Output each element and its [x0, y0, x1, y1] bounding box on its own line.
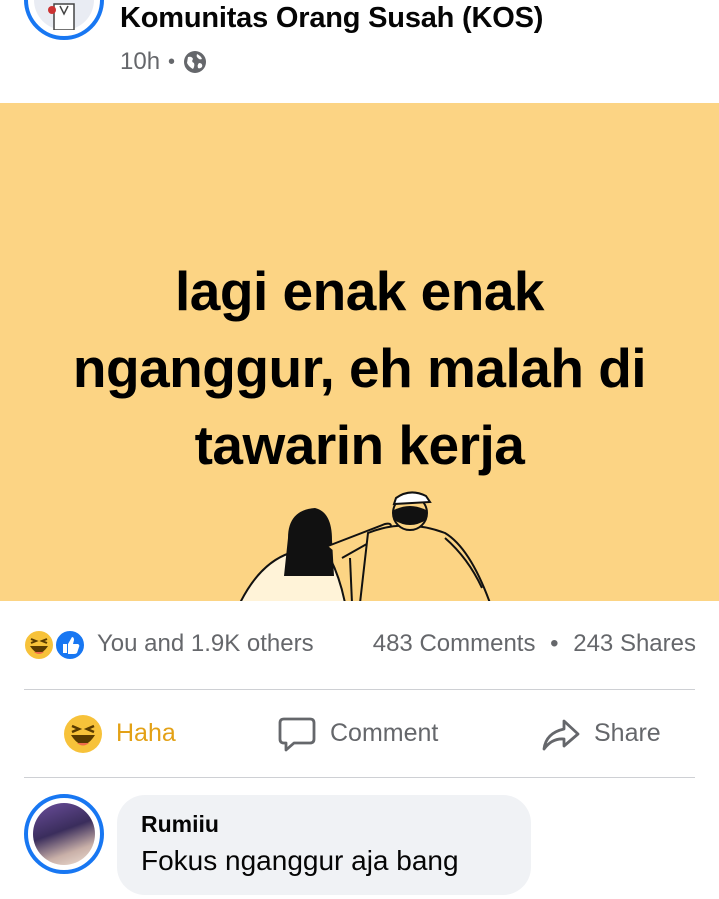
counts-separator: •	[550, 630, 559, 657]
post-meta: 10h •	[120, 48, 207, 76]
comment-label: Comment	[330, 719, 439, 747]
group-avatar[interactable]	[24, 0, 104, 40]
commenter-avatar[interactable]	[24, 794, 104, 874]
post-time[interactable]: 10h	[120, 48, 160, 76]
haha-label: Haha	[116, 719, 176, 747]
comment-item: Rumiiu Fokus nganggur aja bang	[0, 778, 719, 899]
commenter-avatar-image	[33, 803, 95, 865]
like-reaction-icon	[54, 629, 86, 661]
share-button[interactable]: Share	[540, 690, 661, 777]
globe-icon	[184, 51, 207, 73]
comment-icon	[278, 717, 316, 751]
post-caption: lagi enak enak nganggur, eh malah di taw…	[72, 260, 647, 476]
reaction-summary[interactable]: You and 1.9K others	[97, 630, 314, 658]
reactions-bar: You and 1.9K others 483 Comments • 243 S…	[0, 601, 719, 689]
share-icon	[542, 719, 580, 750]
post-header: Komunitas Orang Susah (KOS) 10h •	[0, 0, 719, 103]
haha-button[interactable]: Haha	[62, 690, 176, 777]
reaction-icons[interactable]	[22, 628, 92, 662]
post-actions: Haha Comment Share	[0, 690, 719, 777]
two-people-illustration	[239, 491, 491, 601]
comment-text: Fokus nganggur aja bang	[141, 845, 459, 876]
comment-button[interactable]: Comment	[276, 690, 438, 777]
share-label: Share	[594, 719, 661, 747]
comment-bubble[interactable]: Rumiiu Fokus nganggur aja bang	[117, 795, 531, 895]
engagement-counts: 483 Comments • 243 Shares	[373, 630, 696, 658]
meta-separator: •	[168, 50, 176, 73]
group-name[interactable]: Komunitas Orang Susah (KOS)	[120, 2, 543, 35]
post-image[interactable]: lagi enak enak nganggur, eh malah di taw…	[0, 103, 719, 601]
shares-count[interactable]: 243 Shares	[573, 630, 696, 657]
group-avatar-image	[34, 0, 94, 31]
comments-count[interactable]: 483 Comments	[373, 630, 536, 657]
haha-icon	[64, 714, 102, 753]
haha-reaction-icon	[23, 629, 55, 661]
comment-author[interactable]: Rumiiu	[141, 811, 219, 838]
